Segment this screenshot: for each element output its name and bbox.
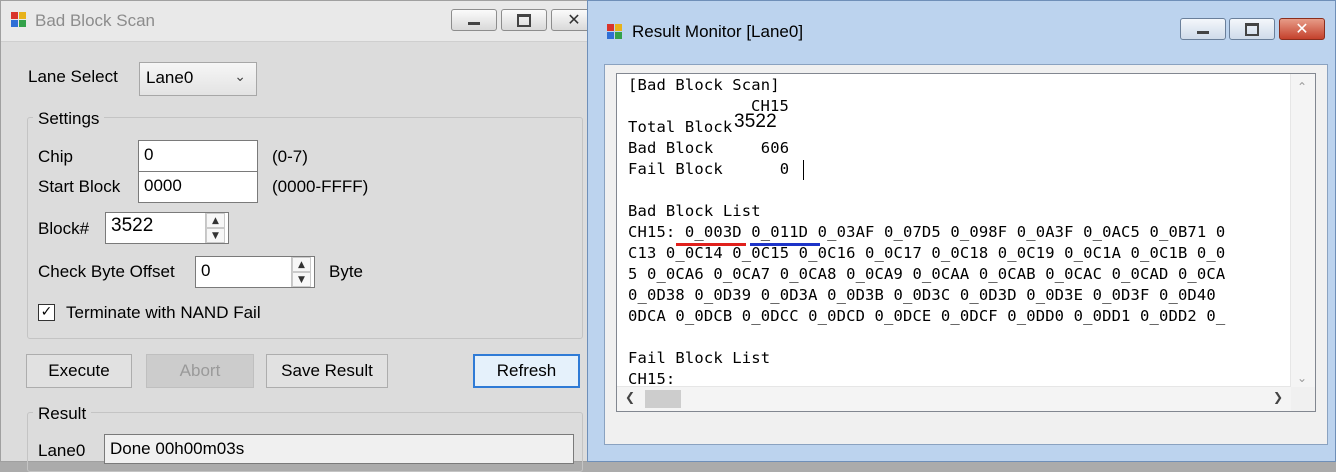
spin-down-icon[interactable]: ▼ — [206, 228, 225, 243]
result-line: C13 0_0C14 0_0C15 0_0C16 0_0C17 0_0C18 0… — [628, 244, 1226, 262]
byte-unit-label: Byte — [329, 262, 364, 281]
refresh-button[interactable]: Refresh — [473, 354, 580, 388]
scroll-down-icon[interactable]: ⌄ — [1297, 371, 1307, 385]
spin-up-icon[interactable]: ▲ — [206, 213, 225, 228]
result-line: CH15: 0_003D 0_011D 0_03AF 0_07D5 0_098F… — [628, 223, 1226, 241]
execute-button[interactable]: Execute — [26, 354, 132, 388]
window-title: Result Monitor [Lane0] — [632, 22, 804, 41]
chevron-down-icon: ⌄ — [234, 69, 246, 85]
minimize-icon — [468, 21, 480, 25]
result-line: Total Block — [628, 118, 733, 136]
maximize-button[interactable] — [501, 9, 547, 31]
result-line: 3522 — [734, 111, 777, 132]
result-text: [Bad Block Scan] CH15 Total Block 3522 B… — [617, 74, 1289, 387]
chip-input[interactable]: 0 — [138, 140, 258, 172]
lane-select-value: Lane0 — [146, 68, 194, 87]
result-textbox[interactable]: [Bad Block Scan] CH15 Total Block 3522 B… — [616, 73, 1316, 412]
check-byte-offset-spinner[interactable]: ▲ ▼ — [291, 257, 311, 287]
scrollbar-corner — [1291, 387, 1315, 411]
lane-select-dropdown[interactable]: Lane0 ⌄ — [139, 62, 257, 96]
close-icon: ✕ — [1295, 19, 1309, 38]
result-line: CH15: — [628, 370, 676, 387]
result-line: Fail Block 0 — [628, 160, 790, 178]
result-status-field: Done 00h00m03s — [104, 434, 574, 464]
bad-block-scan-window: Bad Block Scan ✕ Lane Select Lane0 ⌄ Set… — [0, 0, 604, 472]
result-line: Fail Block List — [628, 349, 771, 367]
close-button[interactable]: ✕ — [1279, 18, 1325, 40]
close-icon: ✕ — [567, 10, 581, 29]
text-caret — [803, 160, 804, 180]
minimize-icon — [1197, 30, 1209, 34]
maximize-icon — [1245, 22, 1259, 36]
check-byte-offset-label: Check Byte Offset — [38, 262, 175, 281]
settings-group-label: Settings — [33, 109, 105, 129]
terminate-checkbox[interactable]: ✓ — [38, 304, 55, 321]
vertical-scrollbar[interactable]: ⌃ ⌄ — [1290, 74, 1315, 387]
title-bar[interactable]: Bad Block Scan ✕ — [1, 1, 603, 42]
abort-button[interactable]: Abort — [146, 354, 254, 388]
horizontal-scrollbar[interactable]: ❮ ❯ — [617, 386, 1291, 411]
minimize-button[interactable] — [451, 9, 497, 31]
start-block-range: (0000-FFFF) — [272, 177, 369, 196]
minimize-button[interactable] — [1180, 18, 1226, 40]
result-line: 5 0_0CA6 0_0CA7 0_0CA8 0_0CA9 0_0CAA 0_0… — [628, 265, 1226, 283]
scroll-up-icon[interactable]: ⌃ — [1297, 80, 1307, 94]
result-line: Bad Block 606 — [628, 139, 790, 157]
spin-up-icon[interactable]: ▲ — [292, 257, 311, 272]
result-line: 0DCA 0_0DCB 0_0DCC 0_0DCD 0_0DCE 0_0DCF … — [628, 307, 1226, 325]
save-result-button[interactable]: Save Result — [266, 354, 388, 388]
scroll-right-icon[interactable]: ❯ — [1273, 390, 1283, 404]
title-bar[interactable]: Result Monitor [Lane0] ✕ — [588, 1, 1335, 63]
chip-label: Chip — [38, 147, 73, 166]
result-line: Bad Block List — [628, 202, 761, 220]
lane-select-label: Lane Select — [28, 67, 118, 86]
block-count-label: Block# — [38, 219, 90, 238]
app-icon — [11, 12, 27, 28]
result-line: [Bad Block Scan] — [628, 76, 780, 94]
horizontal-scroll-thumb[interactable] — [645, 390, 681, 408]
result-lane-label: Lane0 — [38, 441, 86, 460]
scroll-left-icon[interactable]: ❮ — [625, 390, 635, 404]
block-count-value: 3522 — [111, 215, 154, 236]
window-title: Bad Block Scan — [35, 11, 156, 30]
result-line: 0_0D38 0_0D39 0_0D3A 0_0D3B 0_0D3C 0_0D3… — [628, 286, 1216, 304]
app-icon — [607, 24, 623, 40]
result-monitor-window: Result Monitor [Lane0] ✕ [Bad Block Scan… — [587, 0, 1336, 462]
spin-down-icon[interactable]: ▼ — [292, 272, 311, 287]
result-group-label: Result — [33, 404, 92, 424]
block-count-spinner[interactable]: ▲ ▼ — [205, 213, 225, 243]
terminate-label[interactable]: Terminate with NAND Fail — [66, 303, 261, 323]
start-block-input[interactable]: 0000 — [138, 171, 258, 203]
maximize-button[interactable] — [1229, 18, 1275, 40]
monitor-client-area: [Bad Block Scan] CH15 Total Block 3522 B… — [604, 64, 1328, 445]
maximize-icon — [517, 13, 531, 27]
checkmark-icon: ✓ — [40, 304, 53, 320]
chip-range: (0-7) — [272, 147, 308, 166]
start-block-label: Start Block — [38, 177, 121, 196]
